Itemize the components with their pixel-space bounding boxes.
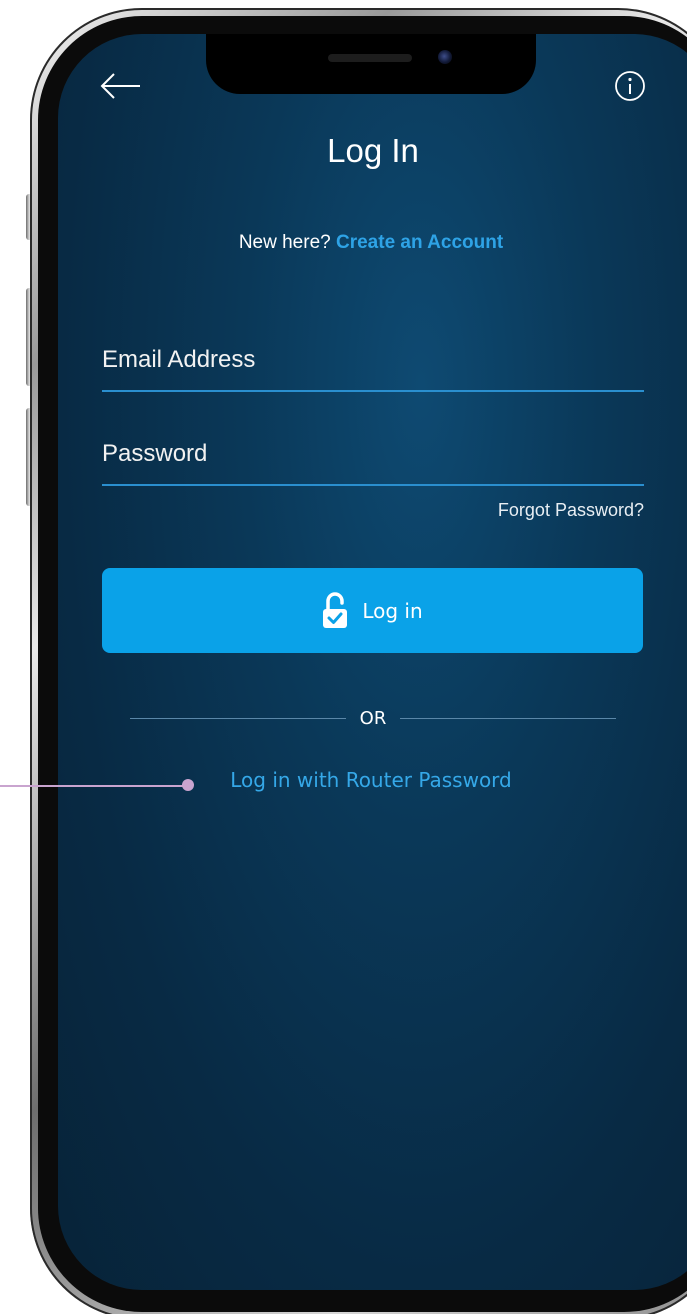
email-field[interactable]: Email Address bbox=[102, 346, 644, 392]
forgot-password-link[interactable]: Forgot Password? bbox=[498, 500, 644, 521]
signup-prompt: New here? Create an Account bbox=[58, 232, 684, 254]
login-button[interactable]: Log in bbox=[102, 568, 643, 653]
email-placeholder: Email Address bbox=[102, 346, 256, 373]
info-icon[interactable] bbox=[614, 70, 646, 102]
front-camera bbox=[438, 50, 452, 64]
phone-notch bbox=[206, 34, 536, 94]
signup-prompt-text: New here? bbox=[238, 232, 331, 253]
page-title: Log In bbox=[327, 132, 419, 169]
arrow-left-icon[interactable] bbox=[98, 72, 142, 100]
create-account-link[interactable]: Create an Account bbox=[336, 232, 503, 253]
router-password-login-link[interactable]: Log in with Router Password bbox=[58, 768, 684, 792]
divider-line-right bbox=[400, 717, 616, 719]
speaker-grille bbox=[328, 54, 412, 62]
divider-text: OR bbox=[359, 707, 387, 729]
divider-line-left bbox=[130, 717, 346, 719]
annotation-callout-line bbox=[0, 785, 190, 787]
app-screen: Log In New here? Create an Account Email… bbox=[58, 34, 687, 1290]
password-field[interactable]: Password bbox=[102, 440, 644, 486]
login-button-label: Log in bbox=[362, 598, 423, 623]
mockup-stage: Log In New here? Create an Account Email… bbox=[0, 0, 687, 1314]
unlock-icon bbox=[323, 591, 348, 628]
or-divider: OR bbox=[130, 706, 616, 730]
password-placeholder: Password bbox=[102, 440, 208, 467]
annotation-callout-dot bbox=[182, 779, 194, 791]
